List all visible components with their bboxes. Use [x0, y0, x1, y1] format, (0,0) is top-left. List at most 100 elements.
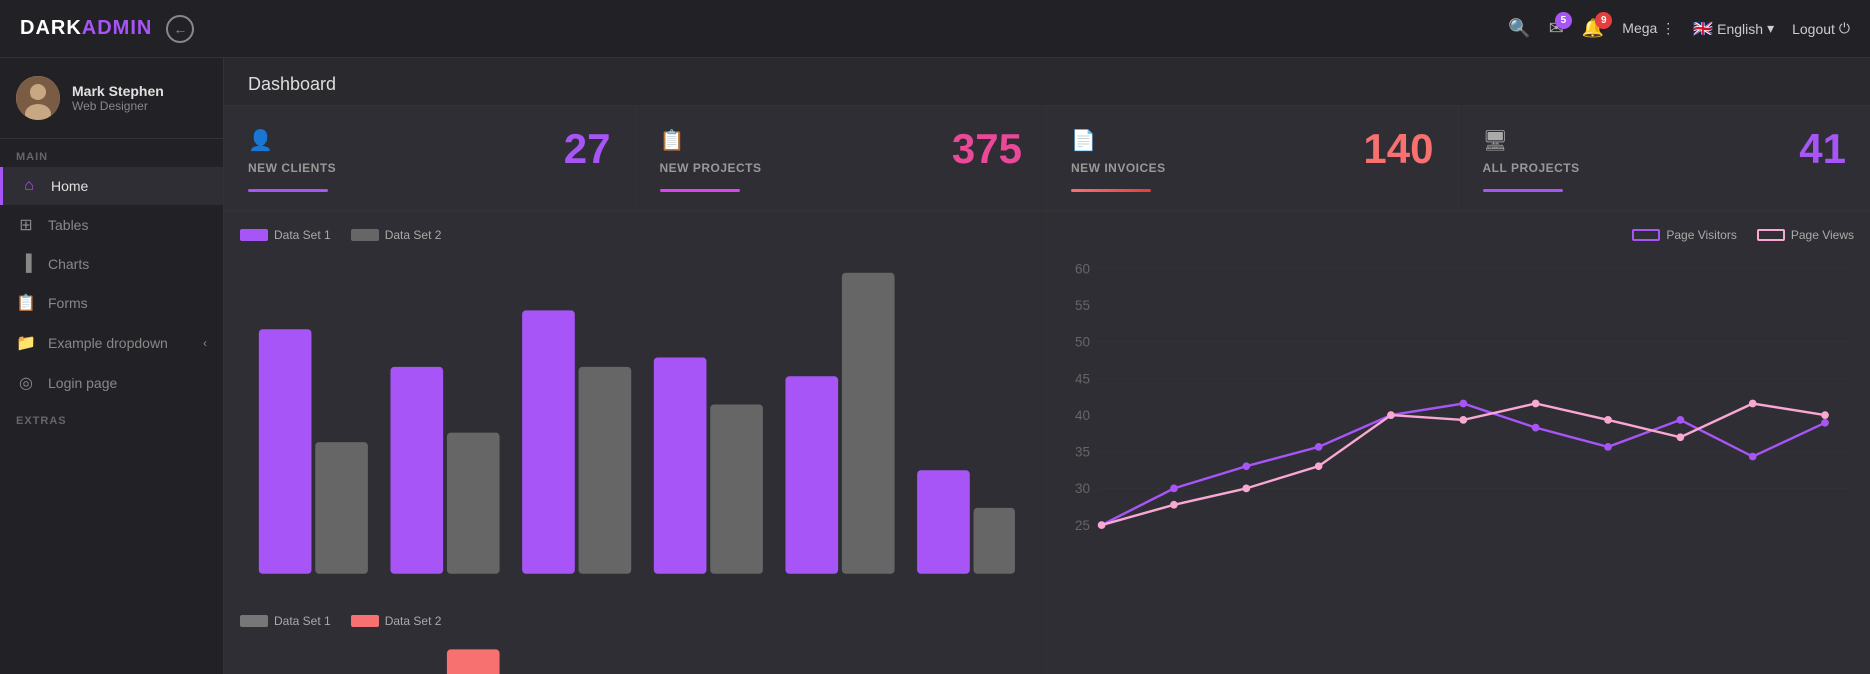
back-icon[interactable]: ← — [166, 15, 194, 43]
legend-color-purple-border — [1632, 229, 1660, 241]
line-chart-legend: Page Visitors Page Views — [1632, 228, 1854, 242]
language-selector[interactable]: 🇬🇧 English ▾ — [1693, 19, 1774, 39]
sidebar-profile: Mark Stephen Web Designer — [0, 58, 223, 139]
svg-text:30: 30 — [1075, 481, 1090, 496]
svg-text:50: 50 — [1075, 335, 1090, 350]
invoices-icon: 📄 — [1071, 128, 1166, 153]
stat-value-clients: 27 — [564, 128, 611, 170]
stat-underline-projects — [660, 189, 740, 192]
navbar-right: 🔍 ✉ 5 🔔 9 Mega ⋮ 🇬🇧 English ▾ Logout ⏻ — [1508, 18, 1850, 39]
notifications-button[interactable]: 🔔 9 — [1582, 18, 1604, 39]
sidebar-section-extras: Extras — [0, 403, 223, 431]
legend-dataset1: Data Set 1 — [240, 228, 331, 242]
sidebar-item-login[interactable]: ◎ Login page — [0, 363, 223, 403]
svg-text:40: 40 — [1075, 408, 1090, 423]
projects-icon: 📋 — [660, 128, 762, 153]
legend-label-1: Data Set 1 — [274, 228, 331, 242]
svg-text:55: 55 — [1075, 298, 1090, 313]
bar-chart-legend: Data Set 1 Data Set 2 — [240, 228, 1030, 242]
allprojects-icon: 🖥 — [1483, 128, 1580, 153]
charts-icon: ▐ — [16, 255, 36, 273]
sub-legend-dataset1: Data Set 1 — [240, 614, 331, 628]
stat-underline-allprojects — [1483, 189, 1563, 192]
content-area: Dashboard 👤 NEW CLIENTS 27 📋 NEW — [224, 58, 1870, 674]
legend-color-purple — [240, 229, 268, 241]
messages-button[interactable]: ✉ 5 — [1549, 18, 1564, 39]
profile-role: Web Designer — [72, 99, 164, 113]
user-menu[interactable]: Mega ⋮ — [1622, 20, 1675, 37]
stat-card-allprojects: 🖥 ALL PROJECTS 41 — [1459, 106, 1870, 210]
stat-value-allprojects: 41 — [1799, 128, 1846, 170]
legend-visitors-label: Page Visitors — [1666, 228, 1736, 242]
clients-icon: 👤 — [248, 128, 336, 153]
bar-chart-panel: Data Set 1 Data Set 2 — [224, 211, 1047, 674]
legend-page-visitors: Page Visitors — [1632, 228, 1736, 242]
svg-text:45: 45 — [1075, 371, 1090, 386]
home-icon: ⌂ — [19, 177, 39, 195]
svg-text:25: 25 — [1075, 518, 1090, 533]
sidebar-item-label: Charts — [48, 256, 89, 272]
legend-label-2: Data Set 2 — [385, 228, 442, 242]
legend-color-gray — [351, 229, 379, 241]
bar-chart — [240, 254, 1030, 598]
stat-label-projects: NEW PROJECTS — [660, 161, 762, 175]
login-icon: ◎ — [16, 373, 36, 393]
stat-card-invoices: 📄 NEW INVOICES 140 — [1047, 106, 1459, 210]
sidebar-item-dropdown[interactable]: 📁 Example dropdown ‹ — [0, 323, 223, 363]
sidebar-item-label: Example dropdown — [48, 335, 168, 351]
sub-legend-dataset2: Data Set 2 — [351, 614, 442, 628]
sub-legend-label-1: Data Set 1 — [274, 614, 331, 628]
chevron-left-icon: ‹ — [203, 336, 207, 350]
dropdown-icon: 📁 — [16, 333, 36, 353]
profile-name: Mark Stephen — [72, 83, 164, 99]
profile-info: Mark Stephen Web Designer — [72, 83, 164, 113]
tables-icon: ⊞ — [16, 215, 36, 235]
search-button[interactable]: 🔍 — [1508, 18, 1530, 39]
svg-text:60: 60 — [1075, 261, 1090, 276]
logout-icon: ⏻ — [1839, 20, 1850, 37]
sub-legend-color-gray — [240, 615, 268, 627]
sidebar-item-home[interactable]: ⌂ Home — [0, 167, 223, 205]
legend-views-label: Page Views — [1791, 228, 1854, 242]
brand: DARKADMIN ← — [20, 15, 194, 43]
logout-button[interactable]: Logout ⏻ — [1792, 20, 1850, 37]
page-header: Dashboard — [224, 58, 1870, 106]
sidebar-item-charts[interactable]: ▐ Charts — [0, 245, 223, 283]
svg-text:35: 35 — [1075, 445, 1090, 460]
brand-text: DARKADMIN — [20, 17, 152, 40]
sub-legend-color-salmon — [351, 615, 379, 627]
notifications-badge: 9 — [1595, 12, 1612, 29]
sidebar: Mark Stephen Web Designer Main ⌂ Home ⊞ … — [0, 58, 224, 674]
chevron-down-icon: ▾ — [1767, 20, 1774, 37]
flag-icon: 🇬🇧 — [1693, 19, 1713, 39]
logout-label: Logout — [1792, 21, 1835, 37]
sidebar-item-label: Tables — [48, 217, 88, 233]
stat-card-projects: 📋 NEW PROJECTS 375 — [636, 106, 1048, 210]
stat-label-invoices: NEW INVOICES — [1071, 161, 1166, 175]
brand-admin: ADMIN — [82, 17, 153, 39]
avatar — [16, 76, 60, 120]
page-title: Dashboard — [248, 74, 1846, 95]
sidebar-item-forms[interactable]: 📋 Forms — [0, 283, 223, 323]
stat-value-projects: 375 — [952, 128, 1022, 170]
bar-chart-sub-legend: Data Set 1 Data Set 2 — [240, 614, 1030, 628]
main-layout: Mark Stephen Web Designer Main ⌂ Home ⊞ … — [0, 58, 1870, 674]
legend-page-views: Page Views — [1757, 228, 1854, 242]
sidebar-item-label: Login page — [48, 375, 117, 391]
line-chart-legend-wrapper: Page Visitors Page Views — [1063, 228, 1854, 254]
line-chart-panel: Page Visitors Page Views 60 55 50 — [1047, 211, 1870, 674]
messages-badge: 5 — [1555, 12, 1572, 29]
forms-icon: 📋 — [16, 293, 36, 313]
stat-underline-invoices — [1071, 189, 1151, 192]
charts-row: Data Set 1 Data Set 2 — [224, 211, 1870, 674]
stat-label-allprojects: ALL PROJECTS — [1483, 161, 1580, 175]
stat-value-invoices: 140 — [1363, 128, 1433, 170]
line-chart: 60 55 50 45 40 35 30 25 — [1063, 254, 1854, 548]
stat-label-clients: NEW CLIENTS — [248, 161, 336, 175]
sub-legend-label-2: Data Set 2 — [385, 614, 442, 628]
stat-cards: 👤 NEW CLIENTS 27 📋 NEW PROJECTS 375 — [224, 106, 1870, 211]
sidebar-item-label: Home — [51, 178, 88, 194]
navbar: DARKADMIN ← 🔍 ✉ 5 🔔 9 Mega ⋮ 🇬🇧 English … — [0, 0, 1870, 58]
legend-dataset2: Data Set 2 — [351, 228, 442, 242]
sidebar-item-tables[interactable]: ⊞ Tables — [0, 205, 223, 245]
